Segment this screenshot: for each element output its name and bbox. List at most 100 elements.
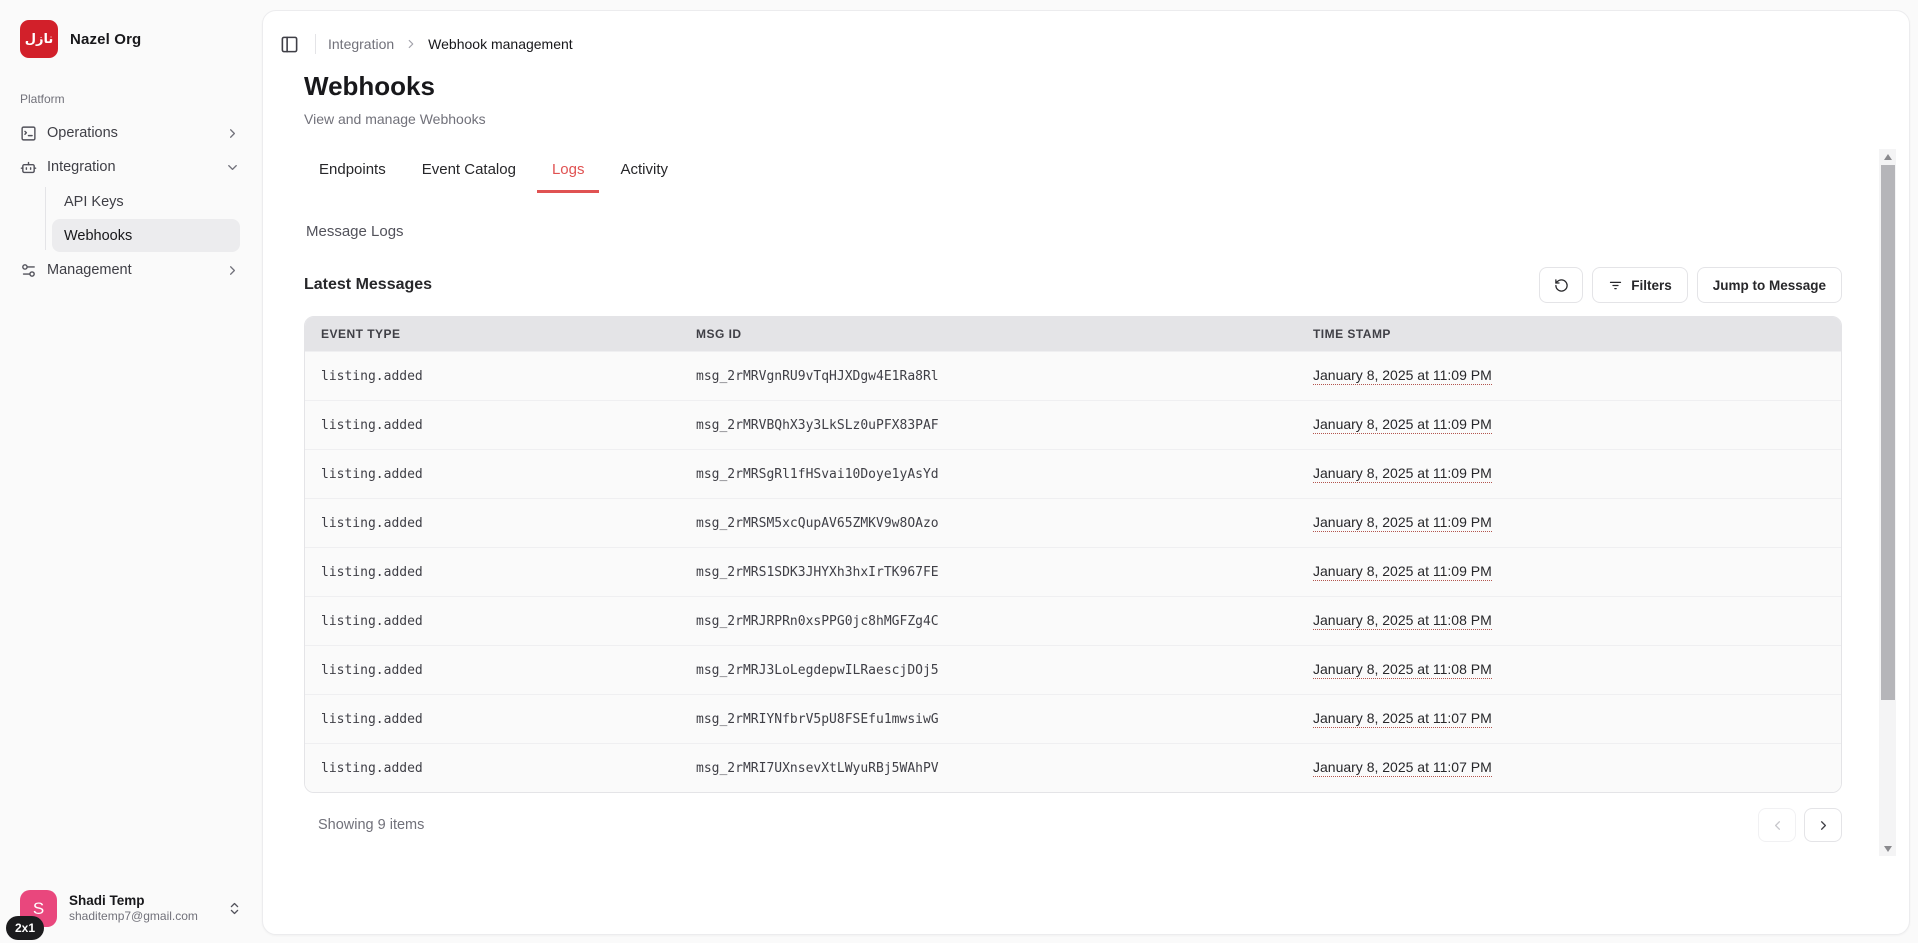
filter-icon — [1608, 278, 1623, 293]
cell-event-type: listing.added — [305, 761, 680, 776]
sidebar-item-api-keys[interactable]: API Keys — [52, 185, 240, 218]
main-panel: Integration Webhook management Webhooks … — [262, 10, 1910, 935]
breadcrumb-parent[interactable]: Integration — [328, 36, 394, 52]
page-subtitle: View and manage Webhooks — [304, 111, 486, 127]
chevron-right-icon — [1816, 818, 1831, 833]
scrollbar-thumb[interactable] — [1881, 165, 1895, 700]
sidebar-item-operations[interactable]: Operations — [14, 116, 248, 150]
table-row[interactable]: listing.added msg_2rMRJ3LoLegdepwILRaesc… — [305, 645, 1841, 694]
sidebar-item-label: API Keys — [64, 194, 124, 210]
sidebar-item-label: Operations — [47, 125, 118, 141]
breadcrumb: Integration Webhook management — [328, 36, 573, 52]
chevron-right-icon — [225, 263, 240, 278]
column-header-timestamp: TIME STAMP — [1297, 327, 1841, 341]
cell-timestamp: January 8, 2025 at 11:09 PM — [1313, 465, 1492, 483]
tab-bar: Endpoints Event Catalog Logs Activity — [304, 151, 683, 193]
table-row[interactable]: listing.added msg_2rMRJRPRn0xsPPG0jc8hMG… — [305, 596, 1841, 645]
sidebar-item-label: Webhooks — [64, 228, 132, 244]
messages-table: EVENT TYPE MSG ID TIME STAMP listing.add… — [304, 316, 1842, 793]
topbar-divider — [315, 34, 316, 54]
cell-event-type: listing.added — [305, 663, 680, 678]
column-header-event-type: EVENT TYPE — [305, 327, 680, 341]
cell-msg-id: msg_2rMRIYNfbrV5pU8FSEfu1mwsiwG — [680, 712, 1297, 727]
chevron-down-icon — [225, 160, 240, 175]
items-count: Showing 9 items — [304, 817, 424, 833]
table-row[interactable]: listing.added msg_2rMRVgnRU9vTqHJXDgw4E1… — [305, 351, 1841, 400]
user-name: Shadi Temp — [69, 893, 215, 910]
sidebar-toggle-button[interactable] — [275, 30, 303, 58]
table-header-row: EVENT TYPE MSG ID TIME STAMP — [305, 317, 1841, 351]
cell-msg-id: msg_2rMRJ3LoLegdepwILRaescjDOj5 — [680, 663, 1297, 678]
sidebar-item-management[interactable]: Management — [14, 253, 248, 287]
org-switcher[interactable]: نازل Nazel Org — [20, 20, 244, 58]
filters-button[interactable]: Filters — [1592, 267, 1688, 303]
table-row[interactable]: listing.added msg_2rMRIYNfbrV5pU8FSEfu1m… — [305, 694, 1841, 743]
vertical-scrollbar[interactable] — [1879, 149, 1896, 856]
bot-icon — [20, 159, 37, 176]
sidebar-item-integration[interactable]: Integration — [14, 150, 248, 184]
sidebar-item-webhooks[interactable]: Webhooks — [52, 219, 240, 252]
cell-timestamp: January 8, 2025 at 11:09 PM — [1313, 367, 1492, 385]
table-row[interactable]: listing.added msg_2rMRVBQhX3y3LkSLz0uPFX… — [305, 400, 1841, 449]
cell-msg-id: msg_2rMRJRPRn0xsPPG0jc8hMGFZg4C — [680, 614, 1297, 629]
user-menu[interactable]: S Shadi Temp shaditemp7@gmail.com — [14, 886, 248, 931]
tree-indent-line — [45, 187, 46, 250]
next-page-button[interactable] — [1804, 808, 1842, 842]
cell-event-type: listing.added — [305, 516, 680, 531]
tab-activity[interactable]: Activity — [605, 151, 683, 193]
panel-left-icon — [280, 35, 299, 54]
filters-button-label: Filters — [1631, 278, 1672, 293]
user-email: shaditemp7@gmail.com — [69, 909, 215, 924]
terminal-icon — [20, 125, 37, 142]
breadcrumb-current: Webhook management — [428, 36, 573, 52]
table-footer: Showing 9 items — [304, 803, 1842, 847]
cell-msg-id: msg_2rMRSgRl1fHSvai10Doye1yAsYd — [680, 467, 1297, 482]
sidebar-item-label: Integration — [47, 159, 116, 175]
chevrons-up-down-icon — [227, 901, 242, 916]
sidebar-section-label: Platform — [20, 92, 242, 106]
chevron-right-icon — [404, 37, 418, 51]
org-name: Nazel Org — [70, 31, 141, 48]
chevron-left-icon — [1770, 818, 1785, 833]
cell-timestamp: January 8, 2025 at 11:08 PM — [1313, 661, 1492, 679]
table-row[interactable]: listing.added msg_2rMRI7UXnsevXtLWyuRBj5… — [305, 743, 1841, 792]
scroll-down-arrow[interactable] — [1879, 841, 1896, 856]
cell-timestamp: January 8, 2025 at 11:07 PM — [1313, 710, 1492, 728]
cell-msg-id: msg_2rMRSM5xcQupAV65ZMKV9w8OAzo — [680, 516, 1297, 531]
jump-to-message-button[interactable]: Jump to Message — [1697, 267, 1842, 303]
table-row[interactable]: listing.added msg_2rMRS1SDK3JHYXh3hxIrTK… — [305, 547, 1841, 596]
tab-logs[interactable]: Logs — [537, 151, 600, 193]
sidebar: نازل Nazel Org Platform Operations Integ… — [0, 0, 262, 943]
cell-msg-id: msg_2rMRS1SDK3JHYXh3hxIrTK967FE — [680, 565, 1297, 580]
tab-event-catalog[interactable]: Event Catalog — [407, 151, 531, 193]
cell-event-type: listing.added — [305, 467, 680, 482]
cell-msg-id: msg_2rMRVgnRU9vTqHJXDgw4E1Ra8Rl — [680, 369, 1297, 384]
message-logs-label: Message Logs — [306, 223, 404, 240]
integration-subtree: API Keys Webhooks — [14, 185, 248, 252]
panel-title: Latest Messages — [304, 276, 432, 294]
column-header-msg-id: MSG ID — [680, 327, 1297, 341]
table-row[interactable]: listing.added msg_2rMRSgRl1fHSvai10Doye1… — [305, 449, 1841, 498]
sidebar-item-label: Management — [47, 262, 132, 278]
cell-timestamp: January 8, 2025 at 11:07 PM — [1313, 759, 1492, 777]
cell-event-type: listing.added — [305, 565, 680, 580]
refresh-button[interactable] — [1539, 267, 1583, 303]
cell-timestamp: January 8, 2025 at 11:09 PM — [1313, 416, 1492, 434]
cell-msg-id: msg_2rMRVBQhX3y3LkSLz0uPFX83PAF — [680, 418, 1297, 433]
cell-msg-id: msg_2rMRI7UXnsevXtLWyuRBj5WAhPV — [680, 761, 1297, 776]
table-row[interactable]: listing.added msg_2rMRSM5xcQupAV65ZMKV9w… — [305, 498, 1841, 547]
tab-endpoints[interactable]: Endpoints — [304, 151, 401, 193]
cell-timestamp: January 8, 2025 at 11:09 PM — [1313, 514, 1492, 532]
cell-event-type: listing.added — [305, 712, 680, 727]
org-logo-text: نازل — [25, 32, 54, 47]
previous-page-button[interactable] — [1758, 808, 1796, 842]
latest-messages-header: Latest Messages Filters Jump to Message — [304, 265, 1842, 305]
overlay-badge: 2x1 — [6, 916, 44, 940]
cell-timestamp: January 8, 2025 at 11:09 PM — [1313, 563, 1492, 581]
cell-event-type: listing.added — [305, 369, 680, 384]
scroll-up-arrow[interactable] — [1879, 149, 1896, 164]
org-logo: نازل — [20, 20, 58, 58]
jump-to-message-label: Jump to Message — [1713, 278, 1826, 293]
cell-timestamp: January 8, 2025 at 11:08 PM — [1313, 612, 1492, 630]
cell-event-type: listing.added — [305, 418, 680, 433]
